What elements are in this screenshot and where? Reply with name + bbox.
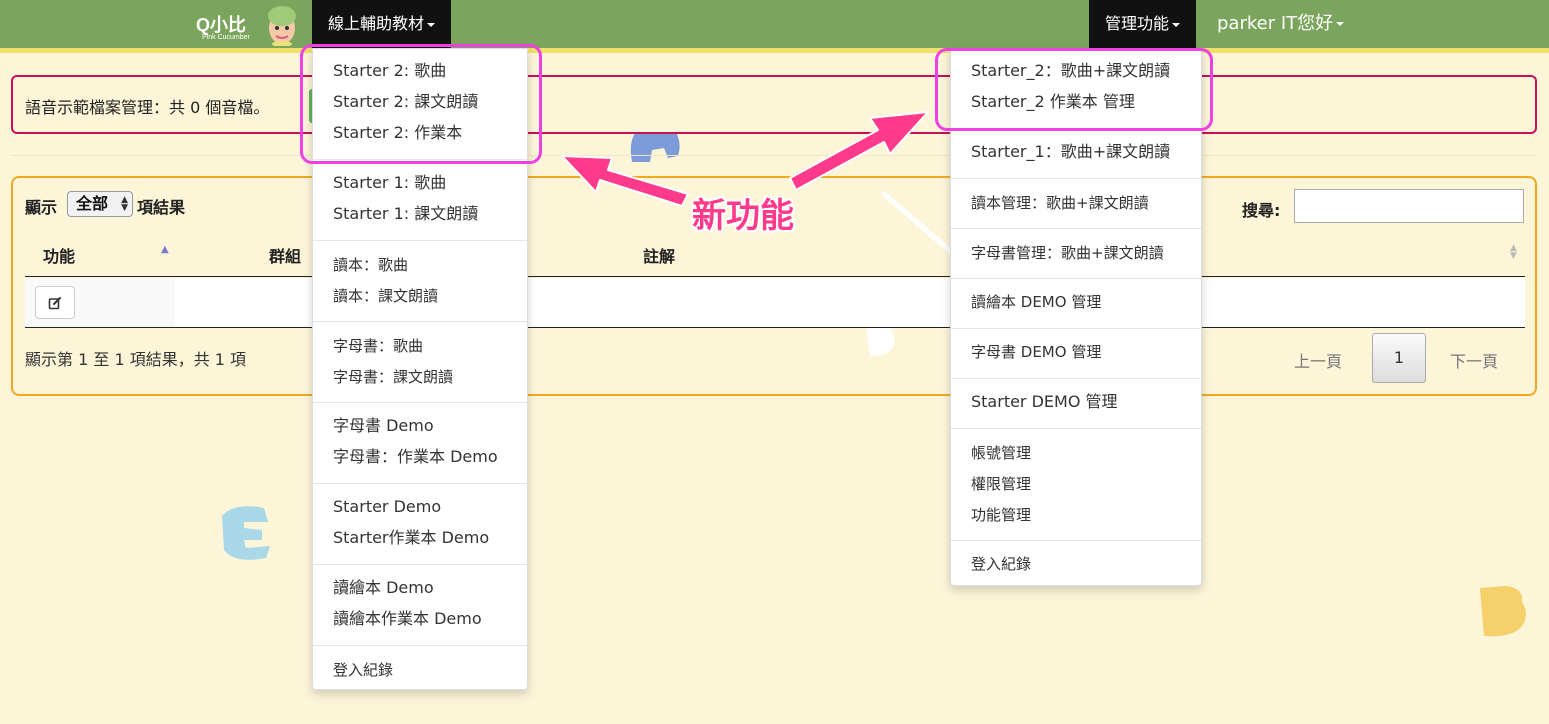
nav-user-menu[interactable]: parker IT您好 [1201, 0, 1360, 48]
caret-down-icon [1336, 22, 1345, 26]
search-input[interactable] [1294, 189, 1524, 223]
menu-item-picturebook-workbook-demo[interactable]: 讀繪本作業本 Demo [333, 609, 482, 629]
admin-item-accounts[interactable]: 帳號管理 [971, 443, 1031, 463]
menu-divider [951, 178, 1201, 179]
show-label: 顯示 [25, 198, 58, 217]
admin-item-starter-demo[interactable]: Starter DEMO 管理 [971, 392, 1118, 412]
page-length-value: 全部 [76, 194, 109, 213]
cucumber-mascot-icon [268, 6, 296, 46]
caret-down-icon [1172, 22, 1181, 27]
letter-decoration-b [1480, 586, 1526, 637]
nav-materials-menu[interactable]: 線上輔助教材 [312, 0, 452, 48]
highlight-box-materials [300, 44, 542, 164]
admin-item-reader[interactable]: 讀本管理：歌曲+課文朗讀 [971, 193, 1149, 213]
logo-subtitle: Pink Cucumber [202, 34, 250, 41]
admin-item-permissions[interactable]: 權限管理 [971, 474, 1031, 494]
menu-item-alphabet-songs[interactable]: 字母書：歌曲 [333, 336, 423, 356]
new-feature-callout: 新功能 [692, 196, 794, 236]
admin-item-alphabet[interactable]: 字母書管理：歌曲+課文朗讀 [971, 243, 1164, 263]
menu-divider [313, 402, 527, 403]
audio-file-count-text: 語音示範檔案管理：共 0 個音檔。 [25, 98, 270, 117]
letter-decoration-e [222, 506, 270, 560]
pagination-next[interactable]: 下一頁 [1450, 348, 1498, 372]
audio-file-panel: 語音示範檔案管理：共 0 個音檔。 [11, 75, 1537, 134]
admin-item-functions[interactable]: 功能管理 [971, 505, 1031, 525]
show-suffix: 項結果 [137, 198, 186, 217]
column-header-group[interactable]: 群組 [269, 243, 301, 267]
caret-down-icon [427, 22, 436, 27]
nav-materials-label: 線上輔助教材 [328, 14, 425, 33]
menu-item-reader-songs[interactable]: 讀本：歌曲 [333, 255, 408, 275]
site-logo[interactable]: Q小比 Pink Cucumber [196, 4, 308, 46]
admin-item-starter1-songs-reading[interactable]: Starter_1：歌曲+課文朗讀 [971, 142, 1170, 162]
search-label: 搜尋: [1242, 201, 1281, 220]
table-info-text: 顯示第 1 至 1 項結果，共 1 項 [25, 350, 247, 369]
menu-item-starter-workbook-demo[interactable]: Starter作業本 Demo [333, 528, 489, 548]
menu-divider [951, 278, 1201, 279]
column-header-note[interactable]: 註解 [643, 243, 675, 267]
menu-item-reader-reading[interactable]: 讀本：課文朗讀 [333, 286, 438, 306]
menu-divider [313, 483, 527, 484]
menu-divider [951, 328, 1201, 329]
edit-icon [48, 296, 61, 309]
page-length-select[interactable]: 全部 ▲ ▼ [67, 191, 133, 217]
nav-user-label: parker IT您好 [1217, 13, 1334, 34]
menu-item-starter-demo[interactable]: Starter Demo [333, 497, 441, 517]
menu-item-picturebook-demo[interactable]: 讀繪本 Demo [333, 578, 434, 598]
menu-divider [951, 378, 1201, 379]
menu-item-starter1-songs[interactable]: Starter 1: 歌曲 [333, 173, 446, 193]
menu-divider [951, 228, 1201, 229]
highlight-box-admin [935, 48, 1213, 131]
table-header-line [25, 276, 1525, 277]
menu-divider [313, 321, 527, 322]
menu-divider [313, 645, 527, 646]
pagination-prev[interactable]: 上一頁 [1294, 348, 1342, 372]
updown-arrows-icon: ▲ ▼ [121, 195, 128, 213]
nav-admin-menu[interactable]: 管理功能 [1089, 0, 1197, 48]
logo-text: Q小比 [196, 15, 247, 35]
menu-divider [313, 564, 527, 565]
sort-both-icon: ▲ ▼ [1510, 243, 1517, 261]
admin-item-alphabet-demo[interactable]: 字母書 DEMO 管理 [971, 342, 1101, 362]
menu-item-alphabet-reading[interactable]: 字母書：課文朗讀 [333, 367, 453, 387]
navbar-stripe [0, 48, 1549, 53]
menu-item-starter1-reading[interactable]: Starter 1: 課文朗讀 [333, 204, 478, 224]
admin-item-picturebook-demo[interactable]: 讀繪本 DEMO 管理 [971, 292, 1101, 312]
sort-asc-icon: ▲ [161, 244, 169, 255]
menu-divider [951, 428, 1201, 429]
table-bottom-line [25, 327, 1525, 328]
divider [11, 155, 1537, 156]
menu-item-alphabet-demo[interactable]: 字母書 Demo [333, 416, 434, 436]
menu-divider [951, 540, 1201, 541]
menu-item-login-log[interactable]: 登入紀錄 [333, 660, 393, 680]
column-header-function[interactable]: 功能 [43, 243, 75, 267]
pagination-current-page[interactable]: 1 [1372, 333, 1426, 383]
table-row [25, 278, 1525, 327]
admin-item-login-log[interactable]: 登入紀錄 [971, 554, 1031, 574]
menu-divider [313, 240, 527, 241]
nav-admin-label: 管理功能 [1105, 14, 1170, 33]
edit-button[interactable] [35, 286, 75, 319]
menu-item-alphabet-workbook-demo[interactable]: 字母書：作業本 Demo [333, 447, 498, 467]
